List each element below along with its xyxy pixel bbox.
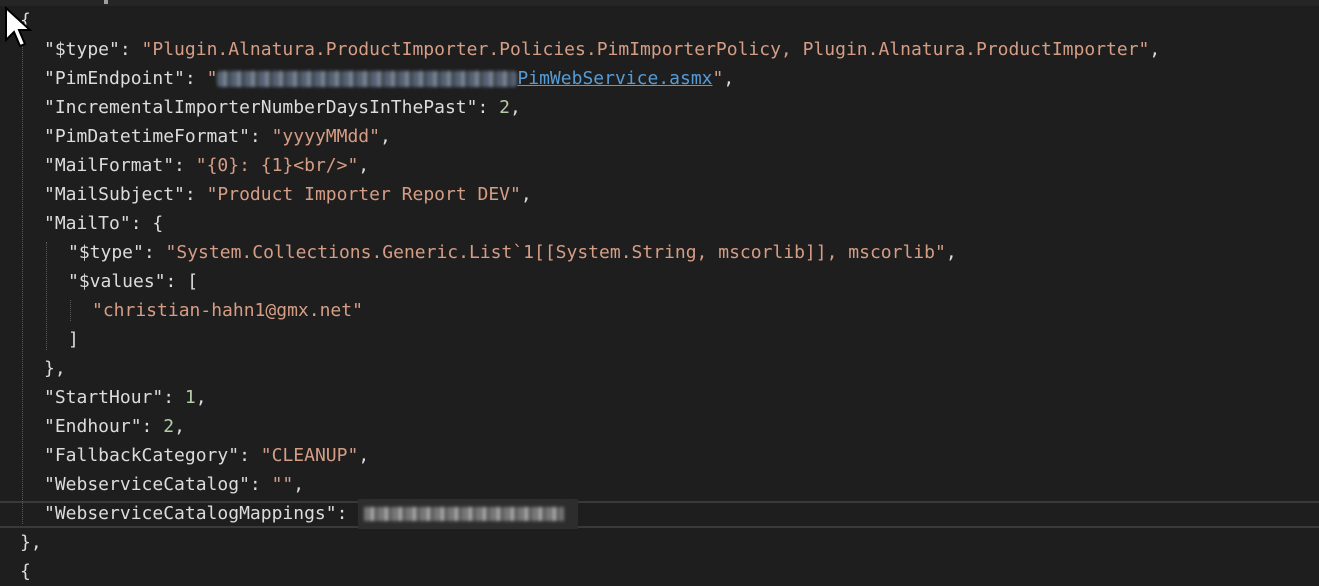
json-punctuation: }, bbox=[20, 532, 42, 553]
json-key: "Endhour" bbox=[44, 416, 142, 437]
json-key: "FallbackCategory" bbox=[44, 445, 240, 466]
json-punctuation: : bbox=[239, 445, 261, 466]
indent-guide-level-1 bbox=[22, 39, 23, 524]
json-string: "CLEANUP" bbox=[260, 445, 359, 466]
json-key: "PimEndpoint" bbox=[44, 68, 185, 89]
json-key: "MailTo" bbox=[44, 213, 131, 234]
endpoint-link[interactable]: PimWebService.asmx bbox=[517, 68, 712, 89]
json-number: 1 bbox=[184, 387, 196, 408]
indent-guide-level-2 bbox=[46, 242, 47, 350]
json-punctuation: , bbox=[1149, 39, 1161, 60]
json-string: "christian-hahn1@gmx.net" bbox=[92, 300, 363, 321]
code-line[interactable]: "IncrementalImporterNumberDaysInThePast"… bbox=[0, 93, 1319, 122]
json-punctuation: , bbox=[358, 155, 370, 176]
json-key: "IncrementalImporterNumberDaysInThePast" bbox=[44, 97, 478, 118]
code-line[interactable]: "MailSubject": "Product Importer Report … bbox=[0, 180, 1319, 209]
json-punctuation: , bbox=[945, 242, 957, 263]
code-line[interactable]: "PimEndpoint": " PimWebService.asmx", bbox=[0, 64, 1319, 93]
json-punctuation: , bbox=[510, 97, 521, 118]
json-punctuation: , bbox=[293, 474, 305, 495]
redacted-url bbox=[217, 71, 518, 87]
json-punctuation: : bbox=[174, 155, 196, 176]
indent-guide-level-3 bbox=[70, 300, 71, 321]
json-punctuation: , bbox=[379, 126, 391, 147]
json-key: "PimDatetimeFormat" bbox=[44, 126, 250, 147]
code-line[interactable]: { bbox=[0, 557, 1319, 586]
code-line[interactable]: "WebserviceCatalog": "", bbox=[0, 470, 1319, 499]
code-line[interactable]: "FallbackCategory": "CLEANUP", bbox=[0, 441, 1319, 470]
code-line[interactable]: "MailFormat": "{0}: {1}<br/>", bbox=[0, 151, 1319, 180]
json-punctuation: , bbox=[520, 184, 532, 205]
json-punctuation: : bbox=[249, 474, 272, 495]
code-line[interactable]: "PimDatetimeFormat": "yyyyMMdd", bbox=[0, 122, 1319, 151]
code-line[interactable]: ] bbox=[0, 325, 1319, 354]
json-punctuation: : { bbox=[130, 213, 164, 234]
json-punctuation: : bbox=[477, 97, 500, 118]
code-editor[interactable]: {"$type": "Plugin.Alnatura.ProductImport… bbox=[0, 6, 1319, 582]
json-string: "System.Collections.Generic.List`1[[Syst… bbox=[165, 242, 946, 263]
json-string: "" bbox=[271, 474, 294, 495]
json-punctuation: : bbox=[184, 68, 207, 89]
tab-notch bbox=[104, 0, 108, 4]
json-punctuation: { bbox=[20, 561, 31, 582]
json-punctuation: : bbox=[163, 387, 185, 408]
code-line[interactable]: "$type": "System.Collections.Generic.Lis… bbox=[0, 238, 1319, 267]
json-punctuation: , bbox=[358, 445, 370, 466]
json-key: "MailFormat" bbox=[44, 155, 175, 176]
json-string: "yyyyMMdd" bbox=[271, 126, 380, 147]
code-line[interactable]: "$type": "Plugin.Alnatura.ProductImporte… bbox=[0, 35, 1319, 64]
json-punctuation: }, bbox=[44, 358, 66, 379]
mouse-pointer-icon bbox=[5, 6, 33, 48]
json-key: "$type" bbox=[44, 39, 120, 60]
json-string: "Plugin.Alnatura.ProductImporter.Policie… bbox=[141, 39, 1150, 60]
code-line[interactable]: "$values": [ bbox=[0, 267, 1319, 296]
json-number: 2 bbox=[499, 97, 511, 118]
json-punctuation: : bbox=[141, 416, 164, 437]
json-key: "$values" bbox=[68, 271, 166, 292]
redacted-value bbox=[358, 499, 579, 529]
code-line[interactable]: "MailTo": { bbox=[0, 209, 1319, 238]
json-key: "$type" bbox=[68, 242, 144, 263]
json-punctuation: : bbox=[184, 184, 207, 205]
json-punctuation: , bbox=[195, 387, 207, 408]
json-key: "WebserviceCatalogMappings" bbox=[44, 503, 337, 524]
json-key: "MailSubject" bbox=[44, 184, 185, 205]
json-string: "Product Importer Report DEV" bbox=[206, 184, 521, 205]
json-punctuation: : bbox=[119, 39, 142, 60]
code-line[interactable]: "StartHour": 1, bbox=[0, 383, 1319, 412]
json-punctuation: , bbox=[174, 416, 185, 437]
json-punctuation: : [ bbox=[165, 271, 199, 292]
json-key: "WebserviceCatalog" bbox=[44, 474, 250, 495]
code-line[interactable]: "Endhour": 2, bbox=[0, 412, 1319, 441]
json-string: "{0}: {1}<br/>" bbox=[195, 155, 359, 176]
code-line[interactable]: { bbox=[0, 6, 1319, 35]
json-punctuation: , bbox=[723, 68, 735, 89]
code-line[interactable]: "christian-hahn1@gmx.net" bbox=[0, 296, 1319, 325]
code-line[interactable]: }, bbox=[0, 354, 1319, 383]
json-punctuation: : bbox=[336, 503, 359, 524]
json-punctuation: : bbox=[143, 242, 166, 263]
json-punctuation: : bbox=[249, 126, 272, 147]
json-key: "StartHour" bbox=[44, 387, 164, 408]
code-line[interactable]: "WebserviceCatalogMappings": bbox=[0, 499, 1319, 529]
json-string: " bbox=[712, 68, 724, 89]
json-punctuation: ] bbox=[68, 329, 79, 350]
json-number: 2 bbox=[163, 416, 175, 437]
json-string: " bbox=[206, 68, 218, 89]
code-line[interactable]: }, bbox=[0, 528, 1319, 557]
